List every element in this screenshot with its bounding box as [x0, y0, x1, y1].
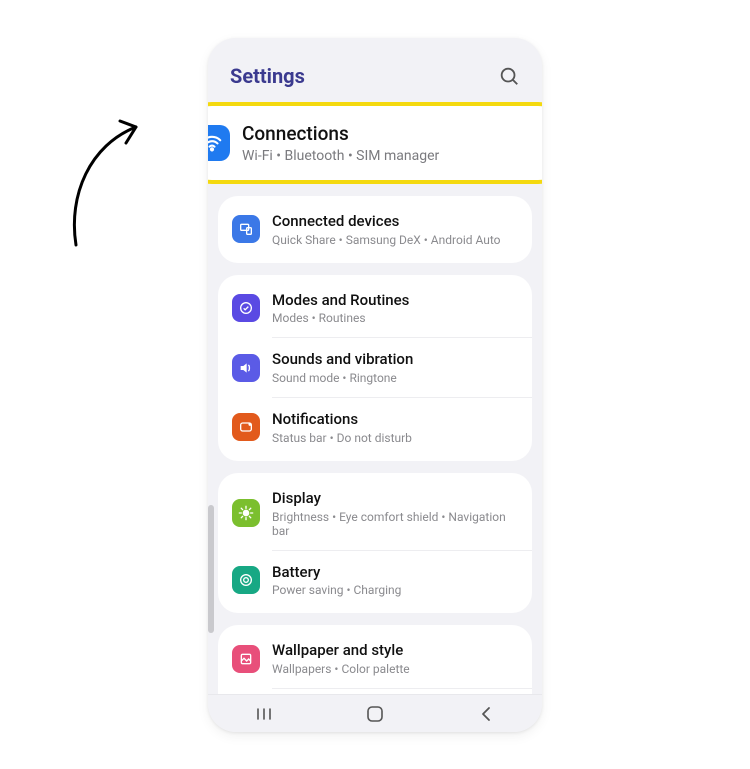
row-subtitle: Quick Share • Samsung DeX • Android Auto: [272, 233, 518, 247]
settings-row-connected-devices[interactable]: Connected devices Quick Share • Samsung …: [218, 200, 532, 259]
settings-row-connections[interactable]: Connections Wi-Fi • Bluetooth • SIM mana…: [208, 102, 542, 184]
row-subtitle: Wi-Fi • Bluetooth • SIM manager: [242, 148, 542, 164]
row-subtitle: Sound mode • Ringtone: [272, 371, 518, 385]
settings-row-wallpaper[interactable]: Wallpaper and style Wallpapers • Color p…: [218, 629, 532, 688]
settings-row-battery[interactable]: Battery Power saving • Charging: [218, 551, 532, 610]
row-title: Display: [272, 489, 518, 508]
row-subtitle: Modes • Routines: [272, 311, 518, 325]
settings-row-notifications[interactable]: Notifications Status bar • Do not distur…: [218, 398, 532, 457]
android-navbar: [208, 694, 542, 732]
row-subtitle: Power saving • Charging: [272, 583, 518, 597]
settings-row-display[interactable]: Display Brightness • Eye comfort shield …: [218, 477, 532, 550]
nav-home[interactable]: [345, 705, 405, 723]
row-title: Connections: [242, 122, 542, 146]
row-title: Modes and Routines: [272, 291, 518, 310]
settings-row-modes[interactable]: Modes and Routines Modes • Routines: [218, 279, 532, 338]
settings-row-sounds[interactable]: Sounds and vibration Sound mode • Ringto…: [218, 338, 532, 397]
row-subtitle: Brightness • Eye comfort shield • Naviga…: [272, 510, 518, 538]
scroll-indicator: [208, 505, 214, 633]
wifi-icon: [208, 125, 230, 161]
devices-icon: [232, 215, 260, 243]
row-title: Connected devices: [272, 212, 518, 231]
row-title: Wallpaper and style: [272, 641, 518, 660]
nav-back[interactable]: [456, 706, 516, 722]
page-title: Settings: [230, 64, 305, 88]
row-title: Sounds and vibration: [272, 350, 518, 369]
row-title: Notifications: [272, 410, 518, 429]
row-subtitle: Status bar • Do not disturb: [272, 431, 518, 445]
display-icon: [232, 499, 260, 527]
header: Settings: [208, 38, 542, 102]
wallpaper-icon: [232, 645, 260, 673]
sounds-icon: [232, 354, 260, 382]
row-subtitle: Wallpapers • Color palette: [272, 662, 518, 676]
search-icon[interactable]: [498, 65, 520, 87]
notifications-icon: [232, 413, 260, 441]
row-title: Battery: [272, 563, 518, 582]
settings-list: Connections Wi-Fi • Bluetooth • SIM mana…: [208, 102, 542, 694]
battery-icon: [232, 566, 260, 594]
settings-screen: Settings Connections Wi-Fi • Bluetooth •…: [208, 38, 542, 732]
nav-recents[interactable]: [234, 707, 294, 721]
annotation-arrow-icon: [60, 105, 180, 255]
modes-icon: [232, 294, 260, 322]
